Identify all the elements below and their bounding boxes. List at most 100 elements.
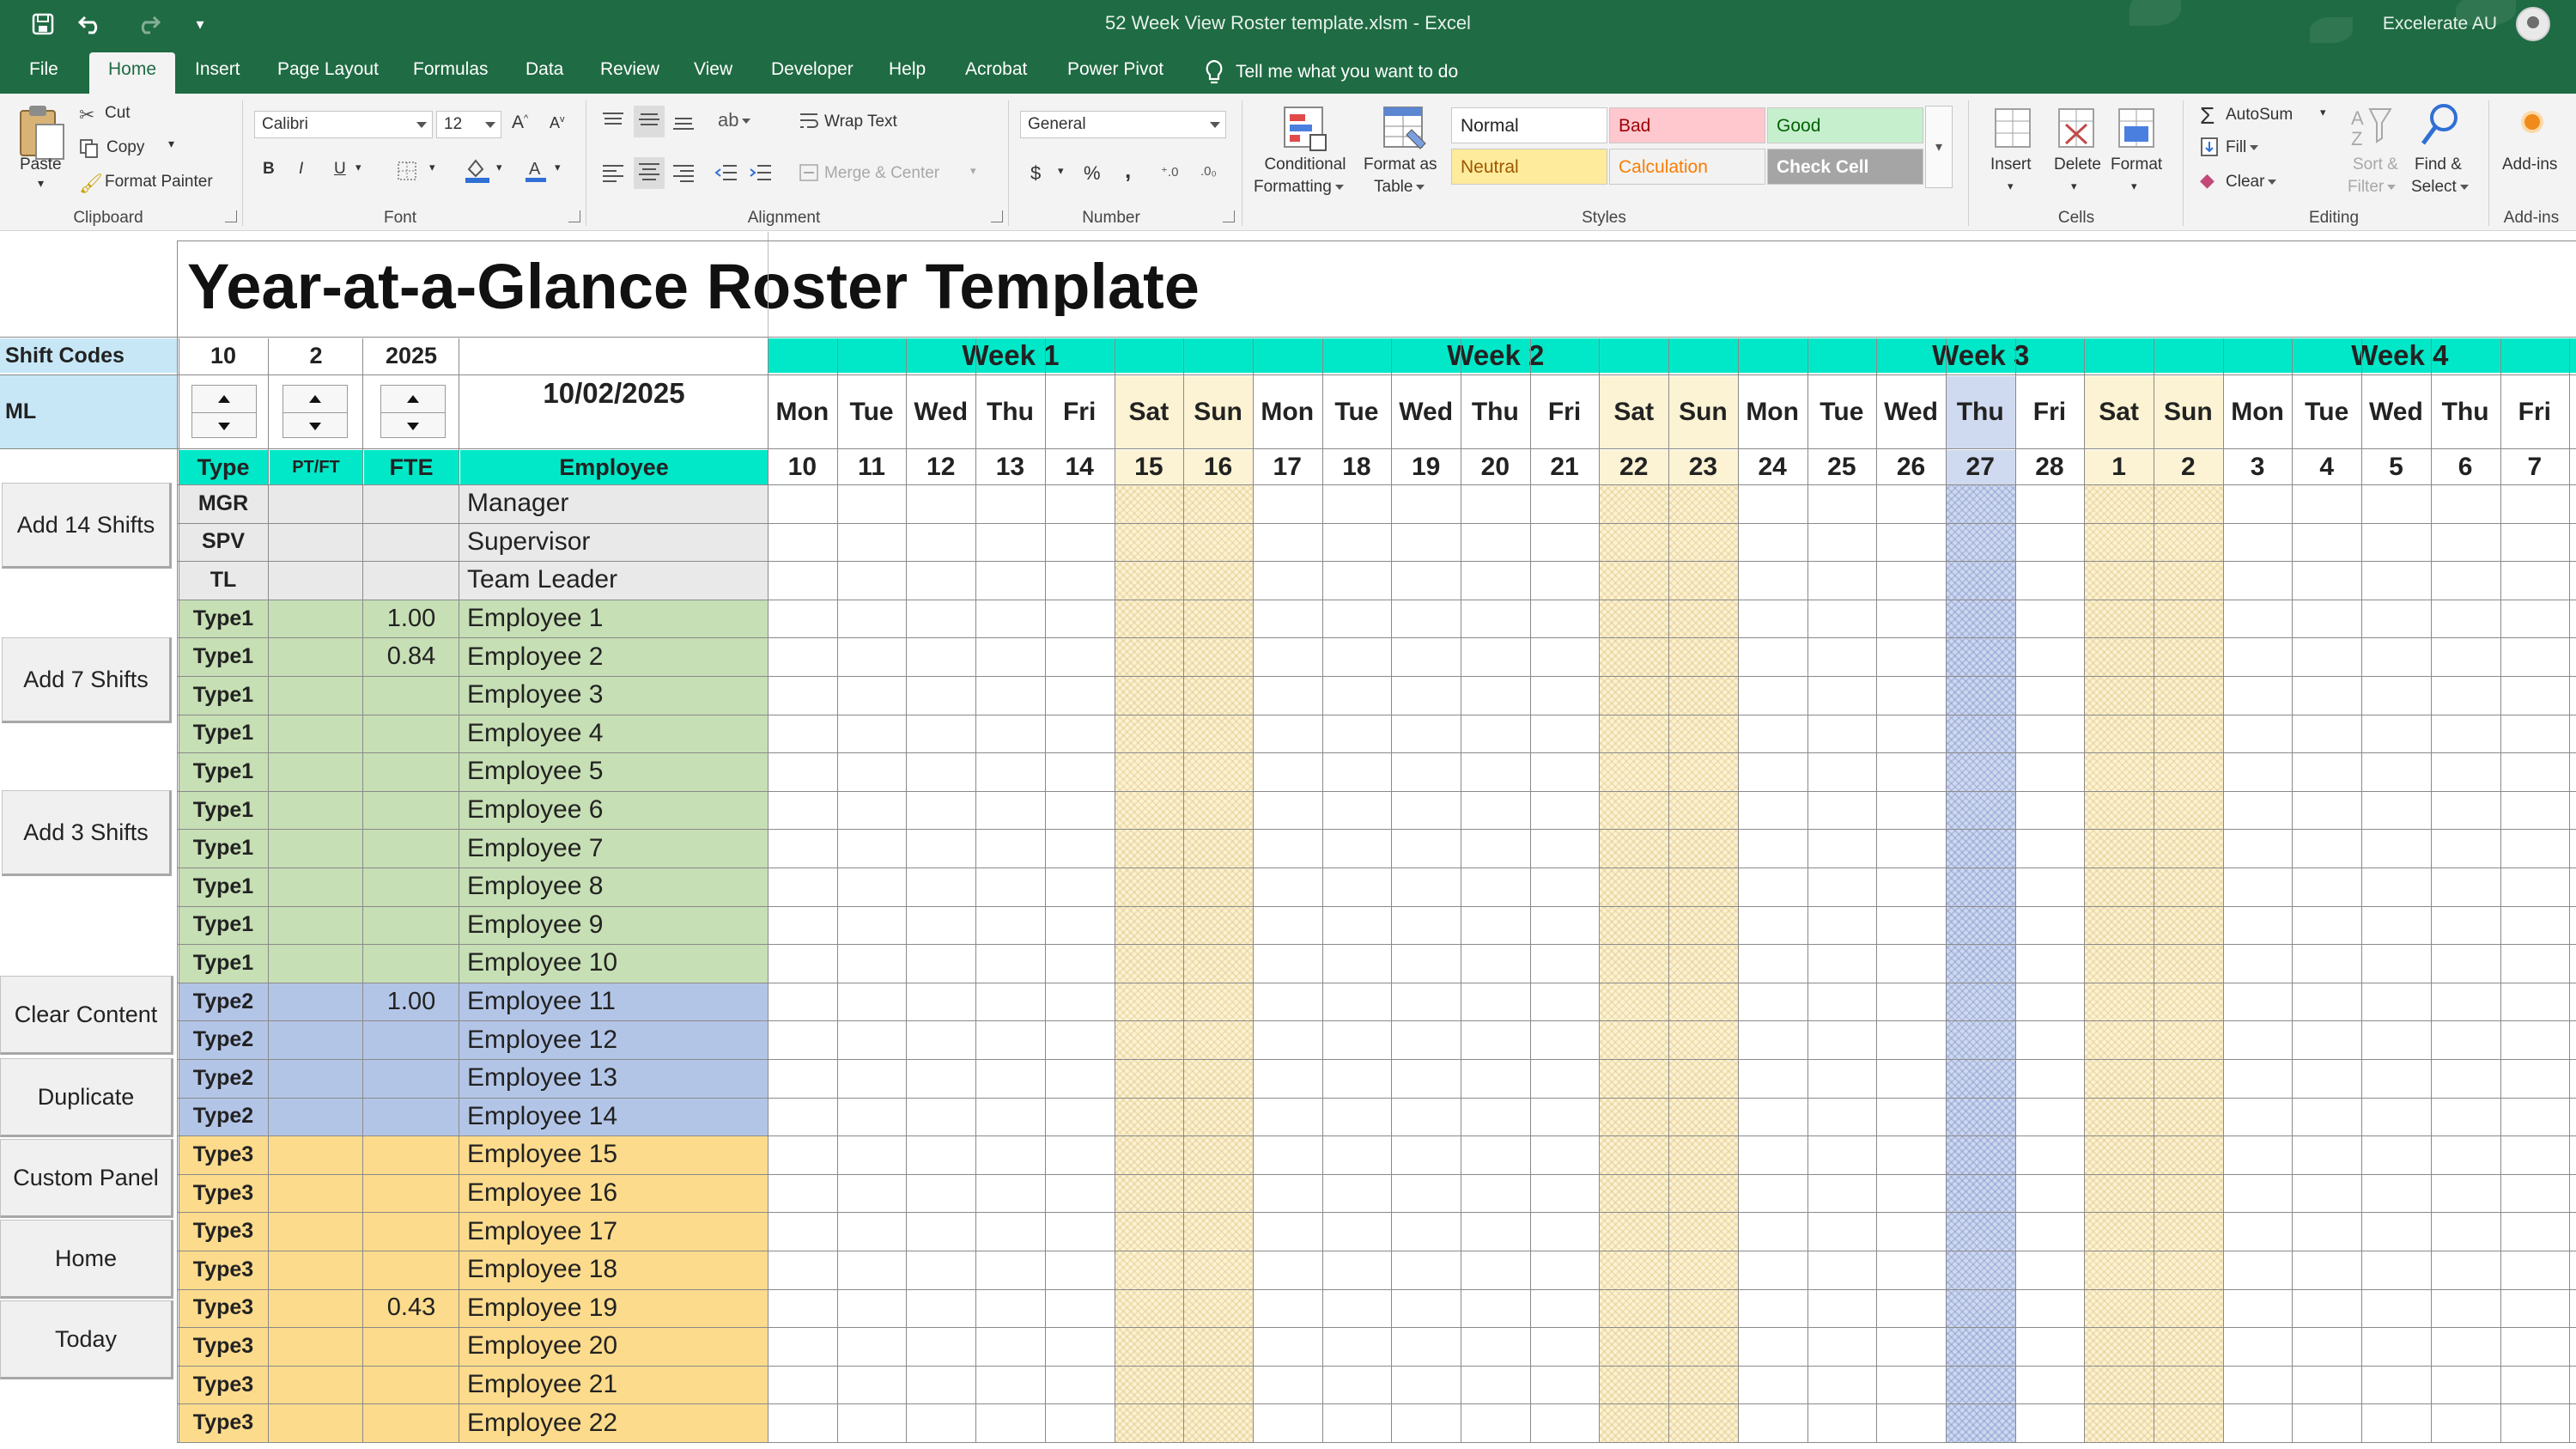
shift-cell[interactable] <box>975 1212 1045 1251</box>
shift-cell[interactable] <box>837 676 907 715</box>
shift-cell[interactable] <box>768 1174 837 1213</box>
sort-filter-label-2[interactable]: Filter <box>2348 178 2397 197</box>
shift-cell[interactable] <box>1183 868 1253 906</box>
shift-cell[interactable] <box>1530 715 1600 753</box>
shift-cell[interactable] <box>2292 1174 2361 1213</box>
shift-cell[interactable] <box>1738 1251 1807 1289</box>
shift-cell[interactable] <box>2223 600 2293 638</box>
row-ptft[interactable] <box>270 484 362 523</box>
shift-cell[interactable] <box>2292 715 2361 753</box>
shift-cell[interactable] <box>1807 1366 1877 1404</box>
shift-cell[interactable] <box>1599 484 1668 523</box>
shift-cell[interactable] <box>1045 523 1115 562</box>
shift-cell[interactable] <box>2223 523 2293 562</box>
borders-dropdown[interactable]: ▾ <box>429 161 435 174</box>
shift-cell[interactable] <box>1876 561 1946 600</box>
shift-cell[interactable] <box>1183 600 1253 638</box>
shift-cell[interactable] <box>1876 791 1946 830</box>
style-calculation[interactable]: Calculation <box>1609 149 1765 185</box>
row-employee[interactable]: Employee 15 <box>460 1135 768 1174</box>
delete-cells-button[interactable]: Delete <box>2054 155 2101 174</box>
shift-cell[interactable] <box>2015 906 2085 945</box>
shift-cell[interactable] <box>1115 561 1184 600</box>
shift-cell[interactable] <box>1045 637 1115 676</box>
tab-review[interactable]: Review <box>600 59 659 80</box>
shift-cell[interactable] <box>975 1251 1045 1289</box>
clipboard-launcher[interactable] <box>225 210 237 222</box>
font-size-select[interactable]: 12 <box>436 111 501 138</box>
day-date[interactable]: 11 <box>836 450 907 484</box>
row-ptft[interactable] <box>270 600 362 638</box>
shift-cell[interactable] <box>2084 829 2154 868</box>
row-ptft[interactable] <box>270 1289 362 1328</box>
shift-cell[interactable] <box>975 829 1045 868</box>
shift-cell[interactable] <box>2431 983 2500 1021</box>
shift-cell[interactable] <box>975 484 1045 523</box>
shift-cell[interactable] <box>1391 1174 1461 1213</box>
shift-cell[interactable] <box>1115 829 1184 868</box>
align-top-icon[interactable] <box>601 111 625 136</box>
shift-cell[interactable] <box>2361 1098 2431 1136</box>
row-fte[interactable] <box>364 791 459 830</box>
shift-cell[interactable] <box>1322 484 1392 523</box>
shift-cell[interactable] <box>837 1212 907 1251</box>
shift-cell[interactable] <box>1045 752 1115 791</box>
shift-cell[interactable] <box>1391 676 1461 715</box>
table-row[interactable]: Type1 Employee 10 <box>179 944 768 983</box>
shift-cell[interactable] <box>1322 1059 1392 1098</box>
shift-cell[interactable] <box>1668 906 1738 945</box>
shift-cell[interactable] <box>1253 1251 1322 1289</box>
row-employee[interactable]: Employee 21 <box>460 1366 768 1404</box>
shift-cell[interactable] <box>837 1174 907 1213</box>
increase-font-icon[interactable]: A^ <box>512 113 528 133</box>
row-employee[interactable]: Employee 18 <box>460 1251 768 1289</box>
shift-cell[interactable] <box>1115 1135 1184 1174</box>
shift-cell[interactable] <box>768 1289 837 1328</box>
shift-cell[interactable] <box>975 752 1045 791</box>
shift-cell[interactable] <box>1530 676 1600 715</box>
day-date[interactable]: 6 <box>2430 450 2500 484</box>
shift-cell[interactable] <box>1115 715 1184 753</box>
shift-cell[interactable] <box>1115 906 1184 945</box>
shift-cell[interactable] <box>1530 637 1600 676</box>
shift-cell[interactable] <box>2015 1020 2085 1059</box>
day-date[interactable]: 5 <box>2361 450 2431 484</box>
shift-cell[interactable] <box>975 676 1045 715</box>
shift-cell[interactable] <box>1253 523 1322 562</box>
shift-cell[interactable] <box>1461 1403 1530 1442</box>
shift-cell[interactable] <box>1946 906 2015 945</box>
table-row[interactable]: Type1 Employee 3 <box>179 676 768 715</box>
shift-cell[interactable] <box>2500 1098 2570 1136</box>
shift-cell[interactable] <box>906 1135 975 1174</box>
shift-cell[interactable] <box>1045 906 1115 945</box>
shift-cell[interactable] <box>1738 1366 1807 1404</box>
format-cells-button[interactable]: Format <box>2111 155 2162 174</box>
shift-cell[interactable] <box>2084 561 2154 600</box>
shift-cell[interactable] <box>2015 1212 2085 1251</box>
row-ptft[interactable] <box>270 1059 362 1098</box>
row-employee[interactable]: Employee 3 <box>460 676 768 715</box>
shift-cell[interactable] <box>1253 715 1322 753</box>
shift-cell[interactable] <box>1115 1020 1184 1059</box>
shift-cell[interactable] <box>906 1327 975 1366</box>
shift-cell[interactable] <box>2431 637 2500 676</box>
shift-cell[interactable] <box>1946 1403 2015 1442</box>
shift-cell[interactable] <box>2154 600 2223 638</box>
shift-cell[interactable] <box>1183 523 1253 562</box>
align-middle-icon[interactable] <box>634 106 665 137</box>
shift-cell[interactable] <box>906 791 975 830</box>
row-ptft[interactable] <box>270 1251 362 1289</box>
conditional-formatting-label-1[interactable]: Conditional <box>1259 155 1352 174</box>
shift-cell[interactable] <box>1738 1212 1807 1251</box>
shift-cell[interactable] <box>2154 523 2223 562</box>
shift-cell[interactable] <box>1946 752 2015 791</box>
table-row[interactable]: Type3 Employee 22 <box>179 1403 768 1442</box>
shift-cell[interactable] <box>1391 944 1461 983</box>
shift-cell[interactable] <box>975 791 1045 830</box>
shift-cell[interactable] <box>1461 868 1530 906</box>
shift-cell[interactable] <box>1738 1020 1807 1059</box>
shift-cell[interactable] <box>1391 906 1461 945</box>
shift-cell[interactable] <box>1668 829 1738 868</box>
shift-cell[interactable] <box>1461 906 1530 945</box>
row-employee[interactable]: Supervisor <box>460 523 768 562</box>
